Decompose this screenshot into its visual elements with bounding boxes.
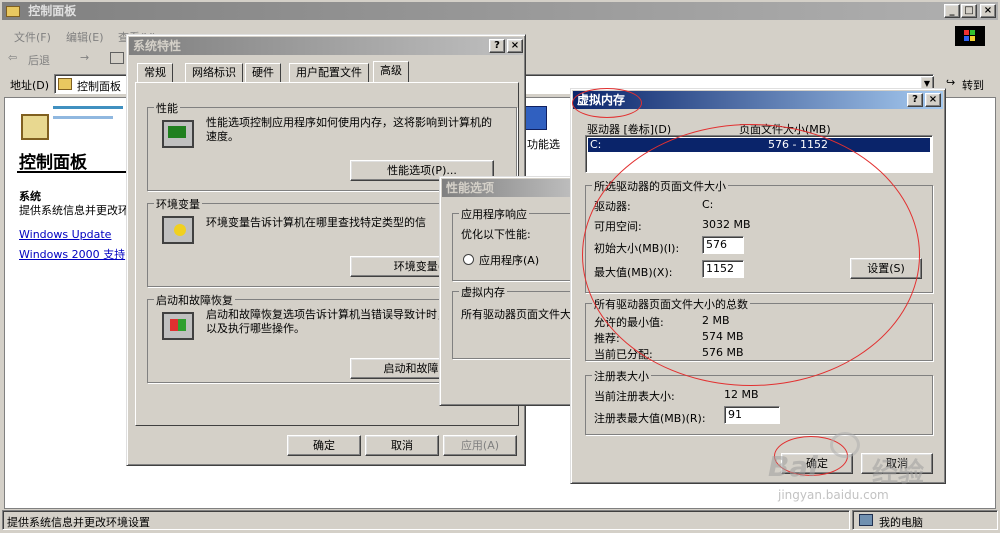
- main-title: 控制面板: [28, 4, 77, 18]
- performance-label: 性能: [154, 100, 180, 116]
- ok-button[interactable]: 确定: [287, 435, 361, 456]
- vm-desc: 所有驱动器页面文件大: [461, 308, 571, 321]
- link-windows-update[interactable]: Windows Update: [19, 228, 111, 241]
- help-button[interactable]: ?: [907, 93, 923, 107]
- allocated-value: 576 MB: [702, 346, 744, 359]
- selected-drive-group: 所选驱动器的页面文件大小 驱动器: C: 可用空间: 3032 MB 初始大小(…: [585, 178, 933, 293]
- max-size-input[interactable]: 1152: [702, 260, 744, 278]
- drive-row[interactable]: C: 576 - 1152: [588, 138, 930, 152]
- address-value: 控制面板: [77, 80, 121, 93]
- registry-max-input[interactable]: 91: [724, 406, 780, 424]
- performance-options-title: 性能选项: [446, 181, 495, 195]
- address-label: 地址(D): [10, 79, 50, 92]
- forward-arrow-icon[interactable]: →: [80, 51, 89, 64]
- registry-size-group: 注册表大小 当前注册表大小: 12 MB 注册表最大值(MB)(R): 91: [585, 368, 933, 435]
- optimize-label: 优化以下性能:: [461, 228, 531, 241]
- total-pagefile-group: 所有驱动器页面文件大小的总数 允许的最小值: 2 MB 推荐: 574 MB 当…: [585, 296, 933, 361]
- free-space-value: 3032 MB: [702, 218, 751, 231]
- close-button[interactable]: ×: [507, 39, 523, 53]
- back-arrow-icon[interactable]: ⇦: [8, 51, 17, 64]
- performance-options-dialog: 性能选项 应用程序响应 优化以下性能: 应用程序(A) 虚拟内存 所有驱动器页面…: [439, 176, 579, 406]
- tab-hardware[interactable]: 硬件: [245, 63, 281, 83]
- address-folder-icon: [58, 78, 72, 90]
- tab-network-id[interactable]: 网络标识: [185, 63, 243, 83]
- status-right: 我的电脑: [879, 516, 923, 529]
- app-response-label: 应用程序响应: [459, 206, 529, 222]
- status-bar: 提供系统信息并更改环境设置: [2, 510, 850, 530]
- vm-cancel-button[interactable]: 取消: [861, 453, 933, 474]
- env-variables-icon: [162, 216, 194, 244]
- min-allowed-label: 允许的最小值:: [594, 316, 664, 329]
- vm-label: 虚拟内存: [459, 284, 507, 300]
- allocated-label: 当前已分配:: [594, 348, 653, 361]
- back-label[interactable]: 后退: [28, 52, 50, 68]
- set-button[interactable]: 设置(S): [850, 258, 922, 279]
- app-radio-label[interactable]: 应用程序(A): [479, 252, 539, 268]
- app-radio[interactable]: [463, 254, 474, 265]
- accessibility-icon[interactable]: [525, 106, 547, 130]
- menu-file[interactable]: 文件(F): [14, 29, 51, 45]
- initial-size-label: 初始大小(MB)(I):: [594, 242, 680, 255]
- selected-drive-label: 所选驱动器的页面文件大小: [592, 178, 728, 194]
- drive-row-size: 576 - 1152: [768, 138, 828, 151]
- initial-size-input[interactable]: 576: [702, 236, 744, 254]
- system-properties-title: 系统特性: [133, 39, 182, 53]
- startup-recovery-label: 启动和故障恢复: [154, 292, 235, 308]
- go-arrow-icon[interactable]: ↪: [946, 76, 955, 89]
- registry-current-label: 当前注册表大小:: [594, 390, 675, 403]
- performance-monitor-icon: [162, 120, 194, 148]
- cancel-button[interactable]: 取消: [365, 435, 439, 456]
- recommended-value: 574 MB: [702, 330, 744, 343]
- tab-strip: 常规 网络标识 硬件 用户配置文件 高级: [135, 61, 519, 83]
- app-response-group: 应用程序响应 优化以下性能: 应用程序(A): [452, 206, 578, 281]
- drive-value: C:: [702, 198, 714, 211]
- apply-button[interactable]: 应用(A): [443, 435, 517, 456]
- section-desc: 提供系统信息并更改环: [19, 204, 129, 217]
- drive-list[interactable]: C: 576 - 1152: [585, 135, 933, 173]
- minimize-button[interactable]: _: [944, 4, 960, 18]
- performance-desc: 性能选项控制应用程序如何使用内存，这将影响到计算机的速度。: [206, 116, 492, 143]
- close-button[interactable]: ×: [925, 93, 941, 107]
- status-bar-zone: 我的电脑: [852, 510, 998, 530]
- panel-title: 控制面板: [19, 153, 87, 173]
- tab-advanced[interactable]: 高级: [373, 61, 409, 83]
- drive-row-drive: C:: [590, 138, 602, 151]
- total-pagefile-label: 所有驱动器页面文件大小的总数: [592, 296, 750, 312]
- maximize-button[interactable]: □: [961, 4, 977, 18]
- max-size-label: 最大值(MB)(X):: [594, 266, 673, 279]
- toolbar: ⇦ 后退 →: [4, 48, 129, 72]
- registry-size-label: 注册表大小: [592, 368, 651, 384]
- help-button[interactable]: ?: [489, 39, 505, 53]
- recommended-label: 推荐:: [594, 332, 620, 345]
- startup-recovery-icon: [162, 312, 194, 340]
- menu-edit[interactable]: 编辑(E): [66, 29, 104, 45]
- registry-max-label: 注册表最大值(MB)(R):: [594, 412, 706, 425]
- vm-ok-button[interactable]: 确定: [781, 453, 853, 474]
- virtual-memory-title: 虚拟内存: [577, 93, 626, 107]
- min-allowed-value: 2 MB: [702, 314, 730, 327]
- up-folder-icon[interactable]: [110, 52, 124, 64]
- virtual-memory-title-bar: 虚拟内存: [573, 91, 943, 109]
- virtual-memory-dialog: 虚拟内存 ? × 驱动器 [卷标](D) 页面文件大小(MB) C: 576 -…: [570, 88, 946, 484]
- free-space-label: 可用空间:: [594, 220, 642, 233]
- folder-icon: [6, 6, 20, 17]
- registry-current-value: 12 MB: [724, 388, 759, 401]
- go-button[interactable]: 转到: [962, 77, 984, 93]
- control-panel-banner: [9, 102, 127, 148]
- drive-label: 驱动器:: [594, 200, 631, 213]
- system-properties-title-bar: 系统特性: [129, 37, 523, 55]
- link-windows-support[interactable]: Windows 2000 支持: [19, 246, 125, 262]
- accessibility-label[interactable]: 功能选: [527, 136, 560, 152]
- tab-general[interactable]: 常规: [137, 63, 173, 83]
- control-panel-icon: [21, 114, 49, 140]
- vm-group: 虚拟内存 所有驱动器页面文件大: [452, 284, 578, 359]
- my-computer-icon: [859, 514, 873, 526]
- env-variables-label: 环境变量: [154, 196, 202, 212]
- main-title-bar: 控制面板: [2, 2, 998, 20]
- tab-user-profiles[interactable]: 用户配置文件: [289, 63, 369, 83]
- status-text: 提供系统信息并更改环境设置: [7, 516, 150, 529]
- performance-options-title-bar: 性能选项: [442, 179, 578, 197]
- close-button[interactable]: ×: [980, 4, 996, 18]
- windows-logo-icon: [955, 26, 985, 46]
